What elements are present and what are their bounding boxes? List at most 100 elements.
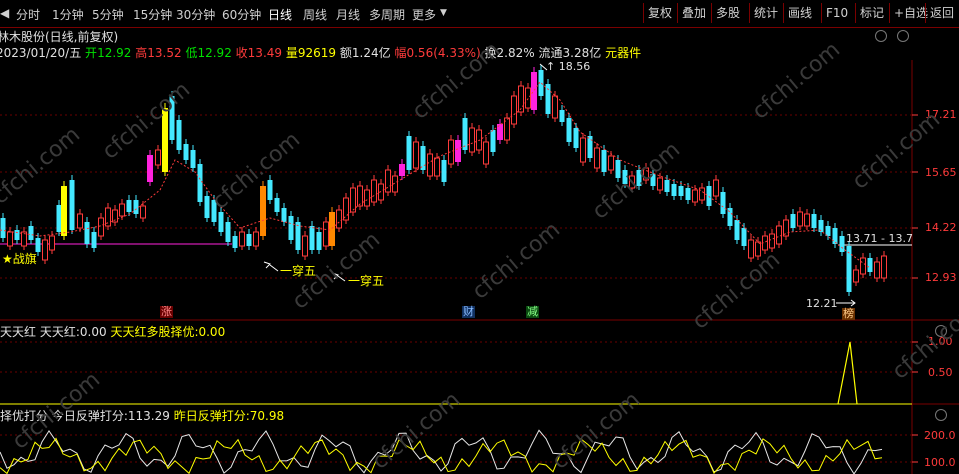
candle-body <box>140 205 146 219</box>
candle-body <box>469 127 475 153</box>
candle-body <box>385 169 391 193</box>
candle-body <box>511 95 517 125</box>
panel3-field2-value: 70.98 <box>249 409 285 423</box>
panel2-header: 天天红 天天红:0.00 天天红多股择优:0.00 <box>0 323 225 340</box>
candle-body <box>867 258 873 272</box>
candle-body <box>832 228 838 244</box>
candles <box>0 65 887 296</box>
candle-body <box>61 186 67 236</box>
candle-body <box>28 226 34 240</box>
today-score-line <box>0 429 883 474</box>
candle-body <box>552 95 558 119</box>
candle-body <box>566 118 572 142</box>
candle-body <box>692 189 698 203</box>
candle-body <box>14 230 20 240</box>
candle-body <box>399 164 405 176</box>
marker-cai[interactable]: 财 <box>462 306 475 318</box>
candle-body <box>657 177 663 191</box>
candle-body <box>119 203 125 217</box>
candle-body <box>183 144 189 160</box>
candle-body <box>434 157 440 177</box>
candle-body <box>239 231 245 247</box>
candle-body <box>91 232 97 248</box>
panel2-y-tick-1: 1.00 <box>928 335 953 348</box>
candle-body <box>776 225 782 245</box>
candle-body <box>587 136 593 158</box>
candle-body <box>176 120 182 150</box>
candle-body <box>769 233 775 249</box>
candle-body <box>811 214 817 228</box>
candle-body <box>797 211 803 227</box>
high-annotation: ↑ 18.56 <box>546 60 591 73</box>
high-annotation-value: 18.56 <box>558 60 591 73</box>
panel3-settings-icon[interactable] <box>935 409 947 421</box>
candle-body <box>755 241 761 257</box>
candle-body <box>748 239 754 259</box>
yichuanwu-label-1: 一穿五 <box>280 264 317 278</box>
candle-body <box>427 153 433 177</box>
candle-body <box>615 160 621 178</box>
marker-bang[interactable]: 榜 <box>842 308 855 320</box>
candle-body <box>664 180 670 192</box>
candle-body <box>211 200 217 222</box>
candle-body <box>133 200 139 214</box>
y-tick-2: 15.65 <box>925 166 957 179</box>
candle-body <box>253 231 259 247</box>
candle-body <box>0 218 6 238</box>
candle-body <box>441 160 447 182</box>
candle-body <box>804 213 810 227</box>
candle-body <box>267 180 273 200</box>
candle-body <box>685 188 691 200</box>
candle-body <box>531 72 537 110</box>
panel3-y-tick-1: 200.0 <box>924 429 956 442</box>
y-tick-3: 14.22 <box>925 221 957 234</box>
candle-body <box>309 226 315 250</box>
candle-body <box>371 179 377 203</box>
zhanqi-label: ★战旗 <box>2 252 37 266</box>
tiantianhong-spike <box>837 341 858 405</box>
candle-body <box>720 192 726 214</box>
candle-body <box>126 200 132 212</box>
panel3-title: 择优打分 <box>0 409 49 423</box>
candle-body <box>573 128 579 148</box>
candle-body <box>525 87 531 109</box>
candle-body <box>232 236 238 248</box>
candle-body <box>636 170 642 186</box>
marker-zhang[interactable]: 涨 <box>160 306 173 318</box>
candle-body <box>357 185 363 207</box>
candle-body <box>302 235 308 257</box>
candle-body <box>483 141 489 165</box>
panel3-field1-value: 113.29 <box>127 409 170 423</box>
panel2-field2-value: 0.00 <box>198 325 226 339</box>
candle-body <box>84 222 90 244</box>
candle-body <box>741 228 747 246</box>
candle-body <box>490 130 496 152</box>
candle-body <box>329 212 335 246</box>
panel2-field1-value: 0.00 <box>79 325 107 339</box>
candle-body <box>197 164 203 202</box>
kline-chart[interactable] <box>0 0 959 474</box>
candle-body <box>608 155 614 171</box>
candle-body <box>413 141 419 169</box>
candle-body <box>713 179 719 197</box>
marker-jian[interactable]: 减 <box>526 306 539 318</box>
candle-body <box>860 257 866 275</box>
yesterday-score-line <box>0 437 883 474</box>
candle-body <box>580 137 586 163</box>
y-tick-4: 12.93 <box>925 271 957 284</box>
candle-body <box>559 110 565 122</box>
candle-body <box>147 155 153 182</box>
candle-body <box>790 214 796 228</box>
candle-body <box>190 150 196 168</box>
candle-body <box>42 239 48 261</box>
candle-body <box>343 197 349 221</box>
candle-body <box>169 96 175 140</box>
candle-body <box>629 175 635 189</box>
candle-body <box>295 222 301 250</box>
candle-body <box>218 212 224 232</box>
zhanqi-text: 战旗 <box>12 252 37 266</box>
panel2-y-tick-2: 0.50 <box>928 366 953 379</box>
candle-body <box>622 170 628 184</box>
candle-body <box>98 217 104 237</box>
candle-body <box>281 208 287 222</box>
